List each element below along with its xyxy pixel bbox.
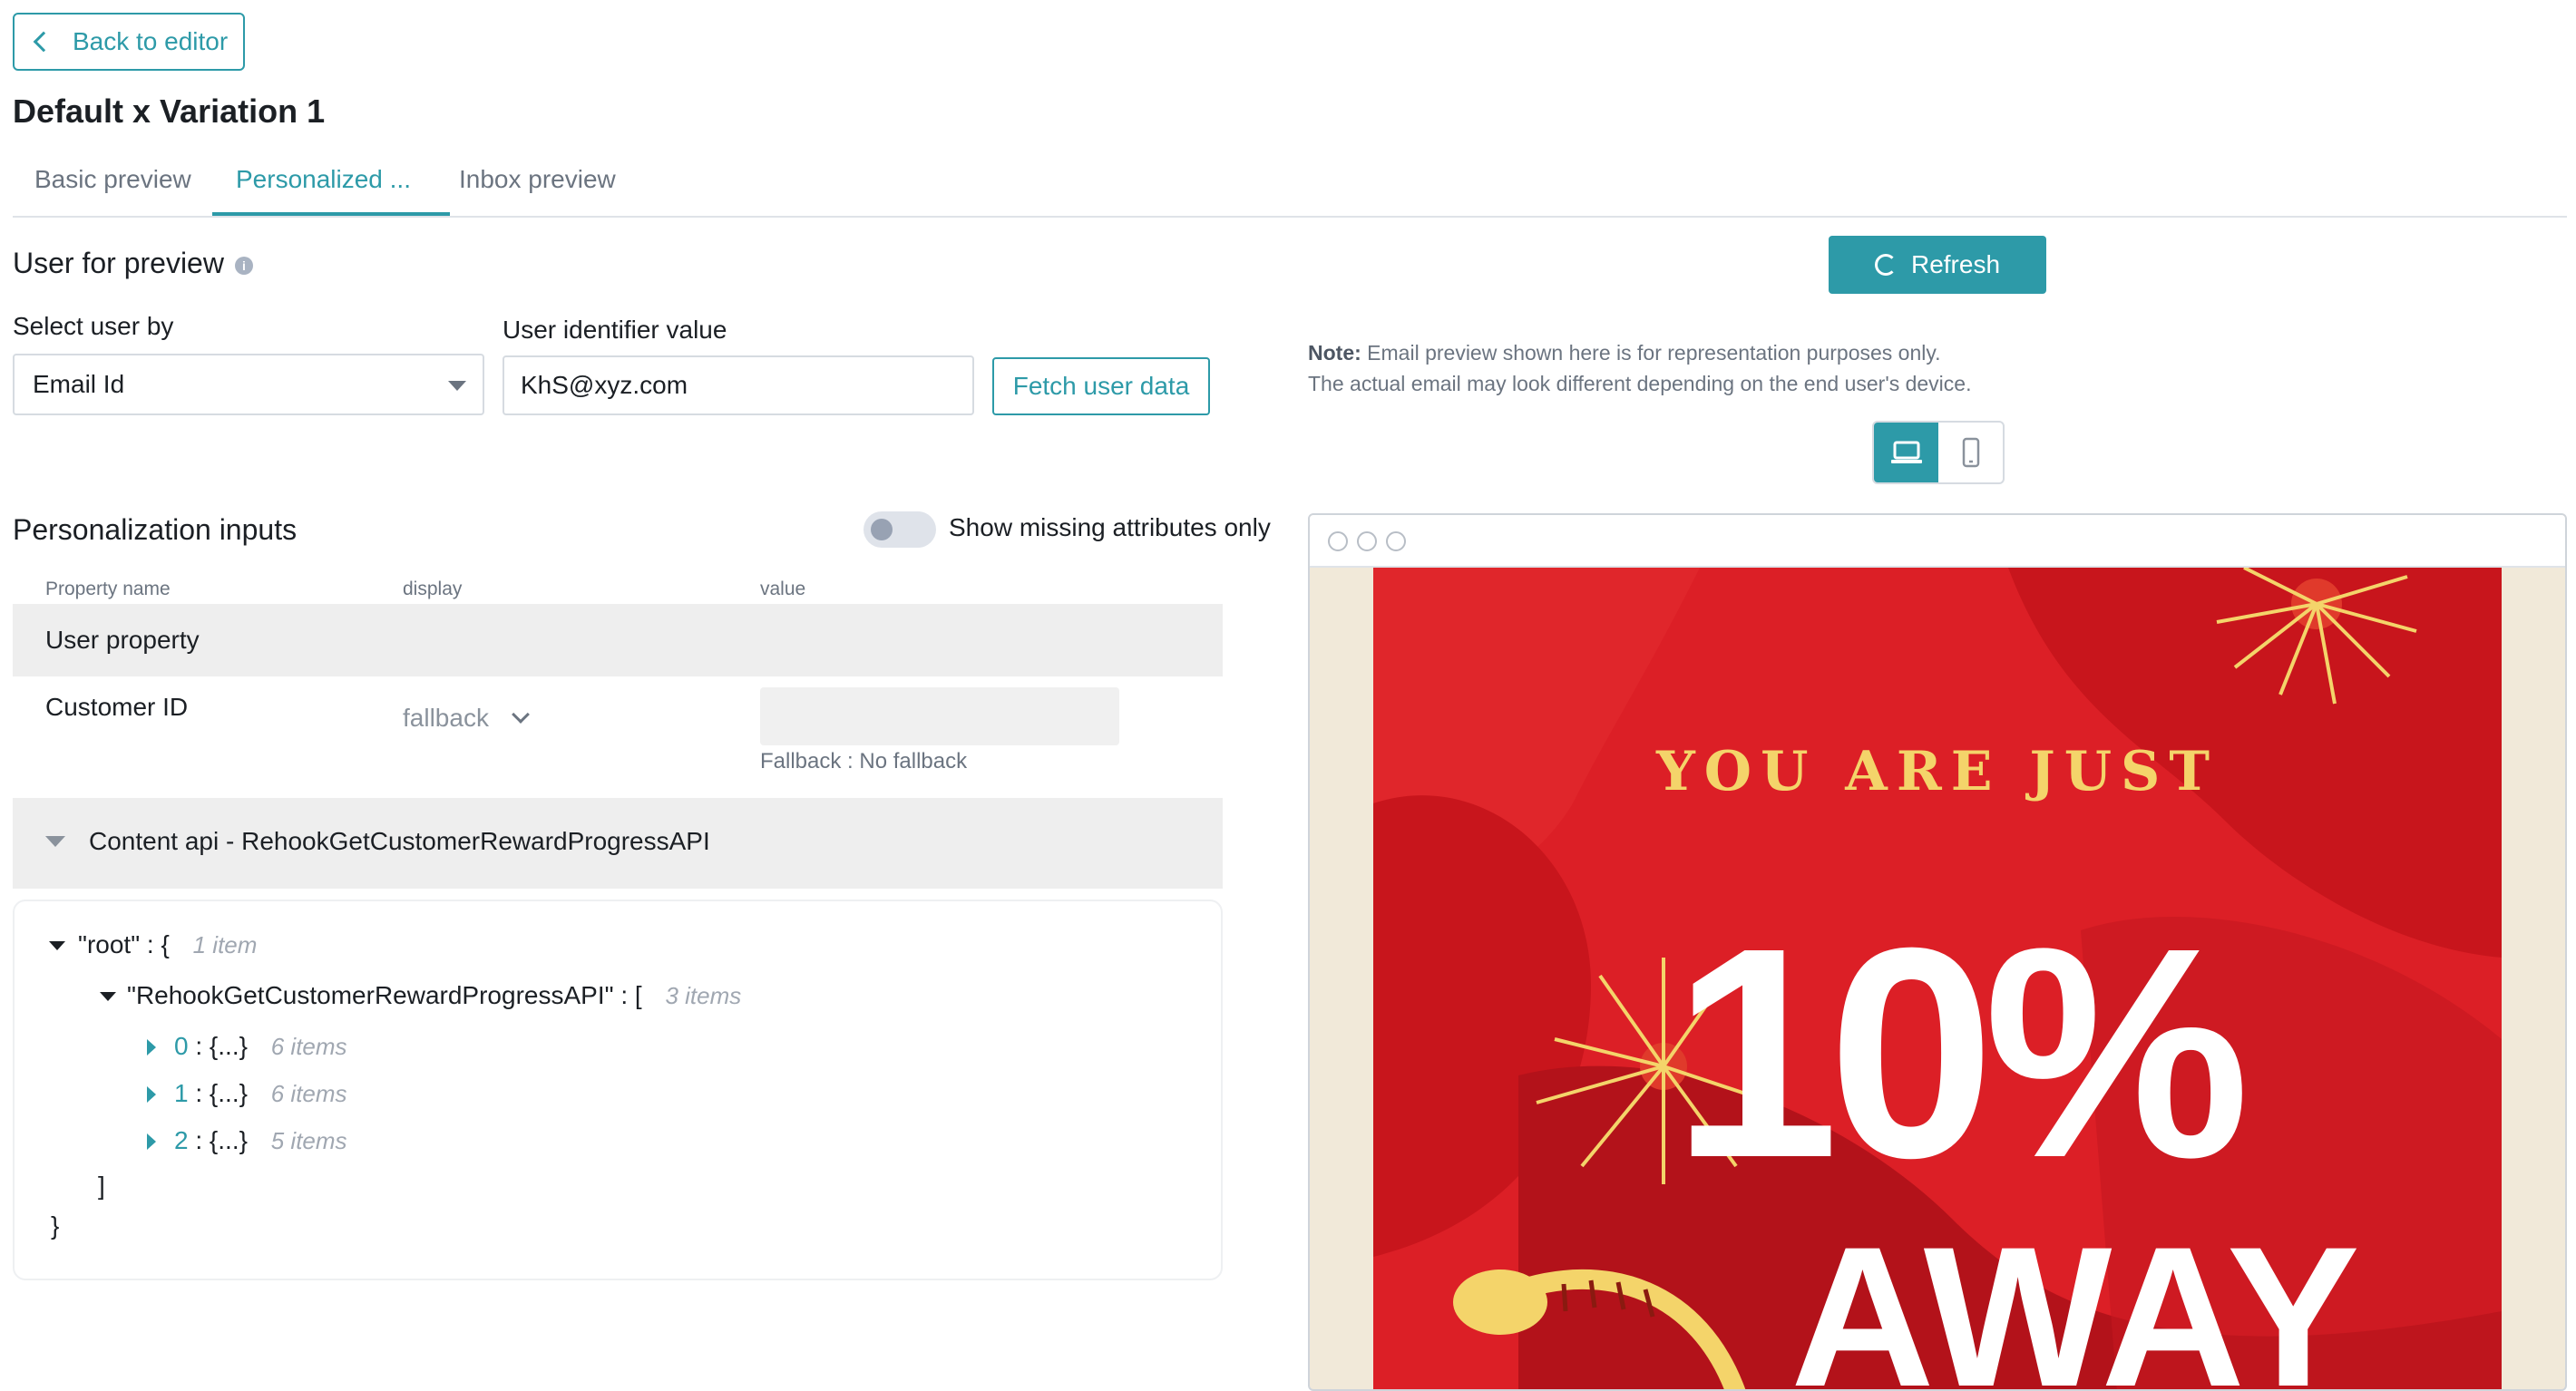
preview-note: Note: Email preview shown here is for re… bbox=[1308, 337, 1971, 399]
desktop-view-button[interactable] bbox=[1874, 423, 1938, 482]
json-api-open: : [ bbox=[620, 981, 642, 1009]
json-item-meta: 6 items bbox=[270, 1080, 347, 1107]
json-viewer: "root" : { 1 item "RehookGetCustomerRewa… bbox=[13, 900, 1223, 1280]
json-api-key: "RehookGetCustomerRewardProgressAPI" bbox=[127, 981, 614, 1009]
note-line-2: The actual email may look different depe… bbox=[1308, 372, 1972, 395]
user-identifier-input[interactable]: KhS@xyz.com bbox=[503, 355, 974, 415]
json-item-index: 0 bbox=[174, 1032, 189, 1060]
email-preview-window: YOU ARE JUST 10% AWAY bbox=[1308, 513, 2567, 1391]
email-body: YOU ARE JUST 10% AWAY bbox=[1373, 568, 2502, 1391]
expand-api-icon[interactable] bbox=[100, 992, 116, 1001]
json-item-index: 2 bbox=[174, 1126, 189, 1154]
json-item-meta: 5 items bbox=[270, 1127, 347, 1154]
select-user-by-dropdown[interactable]: Email Id bbox=[13, 354, 484, 415]
identifier-label: User identifier value bbox=[503, 316, 727, 344]
json-item-2[interactable]: 2 : {...} 5 items bbox=[174, 1126, 347, 1155]
json-item-1[interactable]: 1 : {...} 6 items bbox=[174, 1079, 347, 1108]
tab-inbox-preview[interactable]: Inbox preview bbox=[459, 165, 616, 194]
column-header-display: display bbox=[403, 579, 463, 599]
expand-item-0-icon[interactable] bbox=[147, 1039, 156, 1055]
collapse-triangle-icon[interactable] bbox=[45, 836, 65, 847]
json-item-obj: {...} bbox=[209, 1126, 248, 1154]
refresh-label: Refresh bbox=[1910, 250, 2001, 278]
select-user-by-label: Select user by bbox=[13, 312, 174, 340]
fallback-note: Fallback : No fallback bbox=[760, 749, 968, 773]
json-api-line: "RehookGetCustomerRewardProgressAPI" : [… bbox=[127, 981, 741, 1010]
preview-tabs: Basic preview Personalized ... Inbox pre… bbox=[13, 154, 2567, 218]
tab-basic-preview[interactable]: Basic preview bbox=[34, 165, 191, 194]
column-header-property-name: Property name bbox=[45, 579, 171, 599]
expand-item-2-icon[interactable] bbox=[147, 1133, 156, 1150]
info-icon[interactable]: i bbox=[234, 256, 253, 275]
json-item-obj: {...} bbox=[209, 1032, 248, 1060]
user-for-preview-title: User for preview bbox=[13, 247, 224, 279]
display-mode-dropdown[interactable]: fallback bbox=[403, 704, 530, 733]
user-identifier-value: KhS@xyz.com bbox=[521, 371, 688, 399]
missing-attributes-label: Show missing attributes only bbox=[949, 513, 1271, 541]
note-bold: Note: bbox=[1308, 341, 1361, 365]
display-mode-value: fallback bbox=[403, 704, 489, 732]
window-dot-icon bbox=[1357, 531, 1377, 551]
window-dot-icon bbox=[1386, 531, 1406, 551]
personalization-inputs-title: Personalization inputs bbox=[13, 513, 298, 546]
browser-bar bbox=[1310, 515, 2565, 568]
back-to-editor-button[interactable]: Back to editor bbox=[13, 13, 245, 71]
caret-down-icon bbox=[448, 381, 466, 391]
fetch-user-data-button[interactable]: Fetch user data bbox=[992, 357, 1210, 415]
json-root-open: : { bbox=[146, 930, 170, 958]
json-item-meta: 6 items bbox=[270, 1033, 347, 1060]
note-line-1: Email preview shown here is for represen… bbox=[1361, 341, 1941, 365]
customer-id-value-input[interactable] bbox=[760, 687, 1119, 745]
chevron-down-icon bbox=[512, 705, 530, 724]
json-root-meta: 1 item bbox=[192, 931, 258, 958]
page-title: Default x Variation 1 bbox=[13, 92, 326, 130]
active-tab-indicator bbox=[212, 212, 450, 216]
device-toggle bbox=[1872, 421, 2005, 484]
user-for-preview-heading: User for preview i bbox=[13, 247, 253, 280]
json-item-sep: : bbox=[195, 1032, 203, 1060]
laptop-icon bbox=[1890, 441, 1922, 463]
tab-personalized[interactable]: Personalized ... bbox=[236, 165, 411, 194]
column-header-value: value bbox=[760, 579, 806, 599]
refresh-button[interactable]: Refresh bbox=[1829, 236, 2046, 294]
json-item-index: 1 bbox=[174, 1079, 189, 1107]
json-root-close: } bbox=[51, 1211, 60, 1240]
json-api-meta: 3 items bbox=[665, 982, 742, 1009]
json-api-close: ] bbox=[98, 1172, 105, 1200]
expand-root-icon[interactable] bbox=[49, 941, 65, 950]
customer-id-label: Customer ID bbox=[45, 693, 189, 721]
refresh-icon bbox=[1874, 254, 1897, 276]
email-discount: 10% bbox=[1673, 885, 2249, 1220]
content-api-label: Content api - RehookGetCustomerRewardPro… bbox=[89, 827, 710, 855]
missing-attributes-toggle[interactable] bbox=[864, 511, 936, 548]
expand-item-1-icon[interactable] bbox=[147, 1086, 156, 1103]
json-root-line: "root" : { 1 item bbox=[78, 930, 257, 959]
back-label: Back to editor bbox=[73, 27, 229, 55]
select-user-by-value: Email Id bbox=[33, 370, 125, 398]
window-dot-icon bbox=[1328, 531, 1348, 551]
mobile-icon bbox=[1962, 437, 1979, 468]
json-item-0[interactable]: 0 : {...} 6 items bbox=[174, 1032, 347, 1061]
email-heading: YOU ARE JUST bbox=[1655, 740, 2220, 803]
json-item-obj: {...} bbox=[209, 1079, 248, 1107]
email-away: AWAY bbox=[1791, 1205, 2360, 1391]
json-item-sep: : bbox=[195, 1126, 203, 1154]
json-root-key: "root" bbox=[78, 930, 141, 958]
json-item-sep: : bbox=[195, 1079, 203, 1107]
toggle-knob bbox=[871, 519, 893, 540]
mobile-view-button[interactable] bbox=[1938, 423, 2003, 482]
chevron-left-icon bbox=[33, 31, 54, 53]
user-property-group-label: User property bbox=[45, 626, 200, 654]
